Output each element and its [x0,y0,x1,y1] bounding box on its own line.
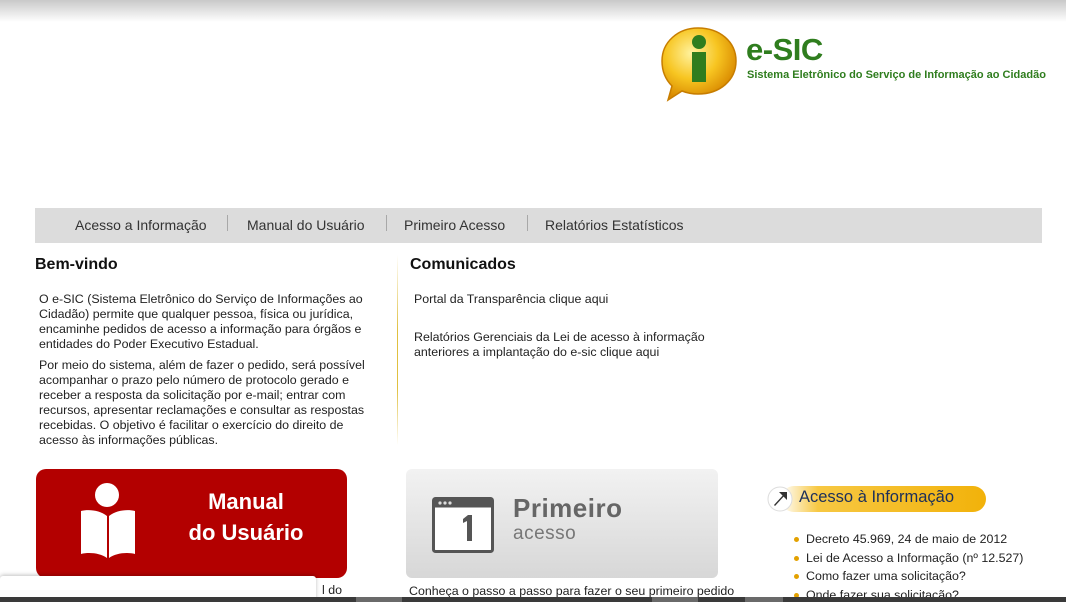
primeiro-acesso-caption[interactable]: Conheça o passo a passo para fazer o seu… [409,584,734,598]
taskbar-edge [0,597,1066,602]
logo-title: e-SIC [746,32,823,67]
logo-subtitle: Sistema Eletrônico do Serviço de Informa… [747,69,1046,81]
info-balloon-icon [661,27,737,102]
primeiro-banner-line2: acesso [513,523,577,544]
nav-item-acesso-informacao[interactable]: Acesso a Informação [75,208,207,243]
acesso-link-decreto[interactable]: Decreto 45.969, 24 de maio de 2012 [792,530,1023,549]
comunicados-heading: Comunicados [410,256,516,273]
acesso-link-como-fazer[interactable]: Como fazer uma solicitação? [792,567,1023,586]
welcome-paragraph-1: O e-SIC (Sistema Eletrônico do Serviço d… [39,292,363,351]
column-divider [397,255,398,445]
taskbar-segment [356,597,402,602]
welcome-heading: Bem-vindo [35,256,118,273]
welcome-paragraph-2: Por meio do sistema, além de fazer o ped… [39,358,365,447]
calendar-day-1-icon [432,497,494,553]
taskbar-segment [745,597,783,602]
arrow-pointer-icon [767,486,793,512]
manual-caption-fragment: l do [322,583,342,597]
manual-usuario-banner[interactable]: Manual do Usuário [36,469,347,578]
nav-separator [527,215,528,231]
reader-person-icon [81,483,135,558]
primeiro-acesso-banner[interactable]: Primeiro acesso [406,469,718,578]
primeiro-banner-line1: Primeiro [513,493,623,523]
nav-separator [227,215,228,231]
nav-separator [386,215,387,231]
comunicado-link-relatorios[interactable]: Relatórios Gerenciais da Lei de acesso à… [414,330,744,360]
top-shade [0,0,1066,22]
taskbar-segment [652,597,698,602]
nav-item-relatorios-estatisticos[interactable]: Relatórios Estatísticos [545,208,684,243]
nav-item-manual-usuario[interactable]: Manual do Usuário [247,208,365,243]
acesso-header-label: Acesso à Informação [799,488,954,506]
manual-banner-line1: Manual [208,489,284,514]
main-nav: Acesso a Informação Manual do Usuário Pr… [35,208,1042,243]
acesso-link-lei[interactable]: Lei de Acesso a Informação (nº 12.527) [792,549,1023,568]
comunicado-link-portal[interactable]: Portal da Transparência clique aqui [414,292,744,307]
nav-item-primeiro-acesso[interactable]: Primeiro Acesso [404,208,505,243]
acesso-informacao-header: Acesso à Informação [765,484,1015,514]
esic-logo[interactable]: e-SIC Sistema Eletrônico do Serviço de I… [660,24,1050,104]
acesso-informacao-list: Decreto 45.969, 24 de maio de 2012 Lei d… [792,530,1023,602]
manual-banner-line2: do Usuário [188,520,304,545]
